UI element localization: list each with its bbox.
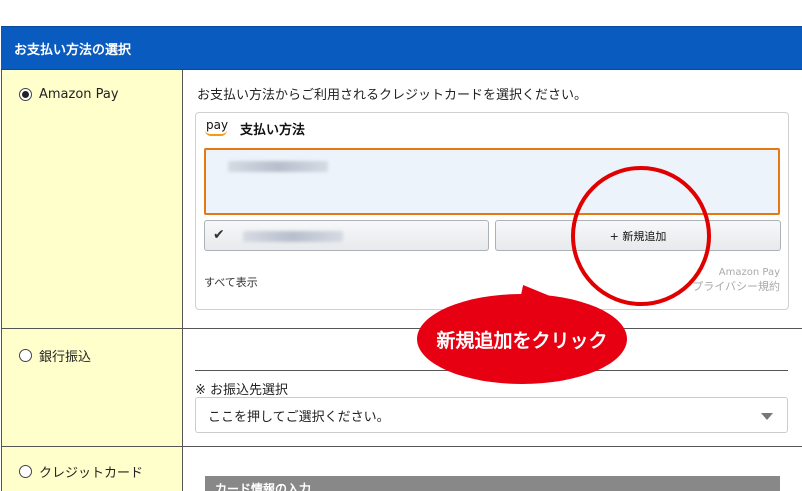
saved-card-button[interactable]: ✔	[204, 220, 489, 251]
section-header: お支払い方法の選択	[1, 26, 802, 70]
show-all-link[interactable]: すべて表示	[204, 274, 258, 290]
option-label-cell: Amazon Pay	[1, 70, 183, 328]
payment-option-credit-card: クレジットカード カード情報の入力	[1, 447, 802, 491]
bank-select-dropdown[interactable]: ここを押してご選択ください。	[195, 397, 788, 433]
bank-transfer-label: 銀行振込	[39, 350, 92, 365]
amazon-pay-label: Amazon Pay	[39, 87, 119, 102]
option-label-cell: 銀行振込	[1, 329, 183, 446]
option-label-cell: クレジットカード	[1, 447, 183, 491]
check-icon: ✔	[213, 227, 225, 243]
callout-bubble: 新規追加をクリック	[417, 294, 627, 384]
bank-select-placeholder: ここを押してご選択ください。	[208, 409, 390, 425]
amazon-pay-radio-label[interactable]: Amazon Pay	[19, 87, 119, 102]
payment-method-title: 支払い方法	[240, 123, 306, 138]
amazon-pay-instruction: お支払い方法からご利用されるクレジットカードを選択ください。	[197, 88, 588, 103]
amazon-pay-content: お支払い方法からご利用されるクレジットカードを選択ください。 pay 支払い方法…	[183, 70, 802, 328]
amazon-pay-brand: Amazon Pay	[718, 267, 780, 278]
payment-option-bank-transfer: 銀行振込 ※ お振込先選択 ここを押してご選択ください。	[1, 329, 802, 447]
card-info-header: カード情報の入力	[205, 476, 780, 491]
bank-select-label: ※ お振込先選択	[195, 383, 289, 398]
section-title: お支払い方法の選択	[14, 42, 132, 58]
credit-card-radio-label[interactable]: クレジットカード	[19, 462, 143, 481]
credit-card-radio[interactable]	[19, 465, 32, 478]
credit-card-label: クレジットカード	[39, 466, 144, 481]
amazon-pay-radio[interactable]	[19, 88, 32, 101]
callout-text: 新規追加をクリック	[436, 329, 608, 352]
bank-transfer-radio-label[interactable]: 銀行振込	[19, 346, 91, 365]
masked-card-number	[228, 161, 328, 172]
bank-transfer-radio[interactable]	[19, 349, 32, 362]
credit-card-content: カード情報の入力	[183, 447, 802, 491]
privacy-link[interactable]: プライバシー規約	[692, 278, 780, 294]
highlight-circle	[571, 166, 711, 306]
amazon-smile-icon	[205, 130, 227, 136]
masked-card-info	[243, 231, 343, 242]
caret-down-icon	[761, 413, 773, 420]
